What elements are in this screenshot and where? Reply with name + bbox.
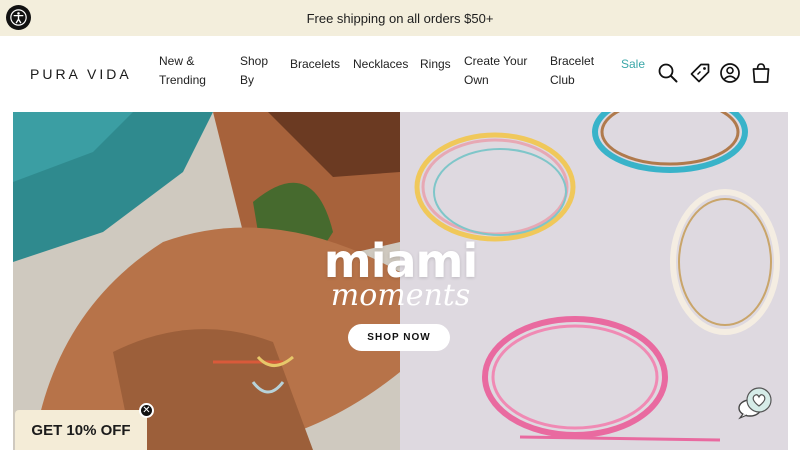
close-icon[interactable]: ✕: [139, 403, 154, 418]
search-icon[interactable]: [657, 62, 679, 84]
discount-tab[interactable]: GET 10% OFF: [15, 410, 147, 450]
nav-rings[interactable]: Rings: [420, 55, 451, 74]
nav-shop-by[interactable]: Shop By: [240, 52, 280, 90]
site-logo[interactable]: PURA VIDA: [30, 66, 132, 82]
nav-create-your-own[interactable]: Create Your Own: [464, 52, 536, 90]
nav-necklaces[interactable]: Necklaces: [353, 55, 408, 74]
hero-subtitle: moments: [330, 278, 471, 313]
chat-icon[interactable]: [734, 386, 774, 420]
account-icon[interactable]: [719, 62, 741, 84]
nav-new-trending[interactable]: New & Trending: [159, 52, 221, 90]
rewards-tag-icon[interactable]: [689, 62, 711, 84]
nav-bracelets[interactable]: Bracelets: [290, 55, 340, 74]
announcement-bar: Free shipping on all orders $50+: [0, 0, 800, 36]
hero-banner[interactable]: miami moments SHOP NOW: [13, 112, 788, 450]
accessibility-icon[interactable]: [6, 5, 31, 30]
nav-bracelet-club[interactable]: Bracelet Club: [550, 52, 600, 90]
shop-now-button[interactable]: SHOP NOW: [348, 324, 450, 351]
announcement-text: Free shipping on all orders $50+: [306, 10, 494, 26]
nav-sale[interactable]: Sale: [621, 55, 645, 74]
cart-bag-icon[interactable]: [750, 62, 772, 84]
site-header: PURA VIDA New & Trending Shop By Bracele…: [0, 36, 800, 112]
